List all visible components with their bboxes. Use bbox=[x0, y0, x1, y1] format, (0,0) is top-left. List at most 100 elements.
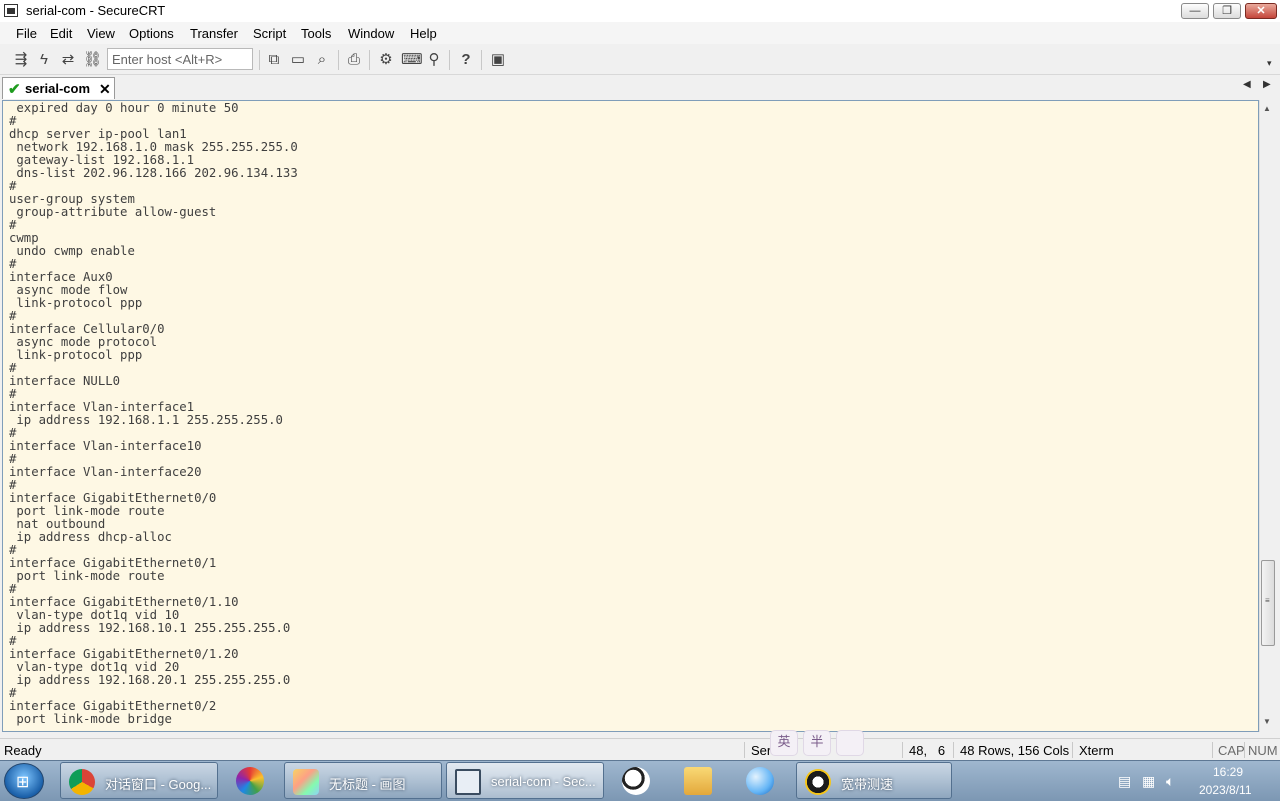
menu-bar: File Edit View Options Transfer Script T… bbox=[0, 22, 1280, 44]
scroll-down-icon[interactable]: ▼ bbox=[1263, 717, 1271, 726]
ime-width-button[interactable]: 半 bbox=[803, 730, 831, 756]
terminal-line: port link-mode bridge bbox=[9, 712, 172, 726]
file-explorer-icon[interactable] bbox=[684, 767, 712, 795]
host-input[interactable] bbox=[107, 48, 253, 70]
keymap-icon[interactable]: ⌨ bbox=[401, 51, 423, 69]
menu-help[interactable]: Help bbox=[410, 26, 437, 41]
menu-transfer[interactable]: Transfer bbox=[190, 26, 238, 41]
sftp-icon[interactable]: ⚲ bbox=[425, 51, 443, 69]
taskbar-item-label: serial-com - Sec... bbox=[491, 774, 596, 789]
copy-icon[interactable]: ⧉ bbox=[265, 51, 283, 69]
toolbar-overflow-icon[interactable]: ▾ bbox=[1267, 58, 1272, 69]
securecrt-icon bbox=[455, 769, 481, 795]
find-icon[interactable]: ⌕ bbox=[313, 51, 331, 69]
tab-bar: ✔ serial-com ✕ bbox=[0, 75, 1280, 99]
ime-extra-button[interactable] bbox=[836, 730, 864, 756]
menu-options[interactable]: Options bbox=[129, 26, 174, 41]
status-ready: Ready bbox=[4, 743, 42, 758]
title-bar: serial-com - SecureCRT — ❐ ✕ bbox=[0, 0, 1280, 23]
session-options-icon[interactable]: ⚙ bbox=[377, 51, 395, 69]
menu-view[interactable]: View bbox=[87, 26, 115, 41]
disconnect-icon[interactable]: ⛓ bbox=[83, 51, 102, 69]
menu-edit[interactable]: Edit bbox=[50, 26, 72, 41]
tab-scroll-right-icon[interactable]: ▶ bbox=[1263, 79, 1271, 90]
status-divider bbox=[1072, 742, 1073, 758]
taskbar: ⊞ 对话窗口 - Goog... 无标题 - 画图 serial-com - S… bbox=[0, 760, 1280, 801]
scrollbar-grip-icon: ≡ bbox=[1265, 596, 1270, 605]
terminal-line: link-protocol ppp bbox=[9, 296, 143, 310]
taskbar-item-label: 对话窗口 - Goog... bbox=[105, 777, 212, 792]
ime-language-button[interactable]: 英 bbox=[770, 730, 798, 756]
clock-time[interactable]: 16:29 bbox=[1213, 765, 1243, 779]
terminal-line: interface Vlan-interface10 bbox=[9, 439, 202, 453]
taskbar-item-securecrt[interactable]: serial-com - Sec... bbox=[446, 762, 604, 799]
connected-check-icon: ✔ bbox=[8, 81, 21, 98]
close-button[interactable]: ✕ bbox=[1245, 3, 1277, 19]
terminal-line: ip address 192.168.20.1 255.255.255.0 bbox=[9, 673, 291, 687]
print-icon[interactable]: ⎙ bbox=[345, 51, 363, 69]
tab-close-icon[interactable]: ✕ bbox=[99, 81, 111, 98]
terminal-line: undo cwmp enable bbox=[9, 244, 135, 258]
status-divider bbox=[902, 742, 903, 758]
status-divider bbox=[1212, 742, 1213, 758]
scroll-up-icon[interactable]: ▲ bbox=[1263, 104, 1271, 113]
terminal-line: interface Vlan-interface20 bbox=[9, 465, 202, 479]
toolbar-separator bbox=[338, 50, 339, 70]
reconnect-icon[interactable]: ⇄ bbox=[59, 51, 77, 69]
taskbar-item-speedtest[interactable]: 宽带测速 bbox=[796, 762, 952, 799]
terminal-line: ip address 192.168.10.1 255.255.255.0 bbox=[9, 621, 291, 635]
menu-script[interactable]: Script bbox=[253, 26, 286, 41]
connect-icon[interactable]: ⇶ bbox=[12, 51, 30, 69]
status-caps-lock: CAP bbox=[1218, 743, 1245, 758]
windows-start-icon[interactable]: ⊞ bbox=[4, 763, 44, 799]
terminal-line: dns-list 202.96.128.166 202.96.134.133 bbox=[9, 166, 298, 180]
pinwheel-app-icon[interactable] bbox=[236, 767, 264, 795]
tab-serial-com[interactable]: ✔ serial-com ✕ bbox=[2, 77, 115, 99]
terminal-view[interactable]: expired day 0 hour 0 minute 50 # dhcp serv… bbox=[2, 100, 1259, 732]
toolbar-separator bbox=[481, 50, 482, 70]
tab-label: serial-com bbox=[25, 81, 91, 96]
terminal-line: expired day 0 hour 0 minute 50 bbox=[9, 101, 239, 115]
maximize-button[interactable]: ❐ bbox=[1213, 3, 1241, 19]
quick-connect-icon[interactable]: ϟ bbox=[35, 51, 53, 69]
status-divider bbox=[953, 742, 954, 758]
menu-tools[interactable]: Tools bbox=[301, 26, 331, 41]
tray-network-icon[interactable]: ▦ bbox=[1142, 773, 1155, 790]
terminal-line: ip address dhcp-alloc bbox=[9, 530, 172, 544]
toolbar-separator bbox=[449, 50, 450, 70]
taskbar-item-label: 无标题 - 画图 bbox=[329, 777, 406, 792]
terminal-line: link-protocol ppp bbox=[9, 348, 143, 362]
terminal-output: expired day 0 hour 0 minute 50 # dhcp serv… bbox=[9, 102, 298, 726]
menu-window[interactable]: Window bbox=[348, 26, 394, 41]
system-tray: ▤ ▦ 🔈︎ bbox=[1112, 761, 1280, 801]
tray-volume-icon[interactable]: 🔈︎ bbox=[1166, 773, 1174, 790]
globe-app-icon[interactable] bbox=[746, 767, 774, 795]
securecrt-app-icon[interactable] bbox=[4, 4, 18, 17]
screenshot-icon[interactable]: ▣ bbox=[489, 51, 507, 69]
tab-scroll-left-icon[interactable]: ◀ bbox=[1243, 79, 1251, 90]
toolbar-separator bbox=[259, 50, 260, 70]
terminal-line: ip address 192.168.1.1 255.255.255.0 bbox=[9, 413, 283, 427]
taskbar-item-paint[interactable]: 无标题 - 画图 bbox=[284, 762, 442, 799]
soccer-ball-icon[interactable] bbox=[622, 767, 650, 795]
status-num-lock: NUM bbox=[1248, 743, 1278, 758]
taskbar-item-chrome[interactable]: 对话窗口 - Goog... bbox=[60, 762, 218, 799]
toolbar-separator bbox=[369, 50, 370, 70]
clock-date[interactable]: 2023/8/11 bbox=[1199, 783, 1252, 797]
tray-device-icon[interactable]: ▤ bbox=[1118, 773, 1131, 790]
terminal-line: group-attribute allow-guest bbox=[9, 205, 217, 219]
ime-toolbar: 英 半 bbox=[768, 730, 866, 758]
scrollbar-thumb[interactable]: ≡ bbox=[1261, 560, 1275, 646]
speedometer-icon bbox=[805, 769, 831, 795]
status-cursor-position: 48, 6 bbox=[909, 743, 946, 758]
toolbar: ⇶ ϟ ⇄ ⛓ ⧉ ▭ ⌕ ⎙ ⚙ ⌨ ⚲ ? ▣ ▾ bbox=[0, 44, 1280, 75]
minimize-button[interactable]: — bbox=[1181, 3, 1209, 19]
chrome-icon bbox=[69, 769, 95, 795]
help-icon[interactable]: ? bbox=[457, 51, 475, 69]
terminal-line: port link-mode route bbox=[9, 569, 165, 583]
status-bar: Ready Ser 48, 6 48 Rows, 156 Cols Xterm … bbox=[0, 738, 1280, 761]
taskbar-item-label: 宽带测速 bbox=[841, 777, 894, 792]
vertical-scrollbar[interactable]: ▲ ≡ ▼ bbox=[1259, 100, 1275, 732]
menu-file[interactable]: File bbox=[16, 26, 37, 41]
paste-icon[interactable]: ▭ bbox=[289, 51, 307, 69]
